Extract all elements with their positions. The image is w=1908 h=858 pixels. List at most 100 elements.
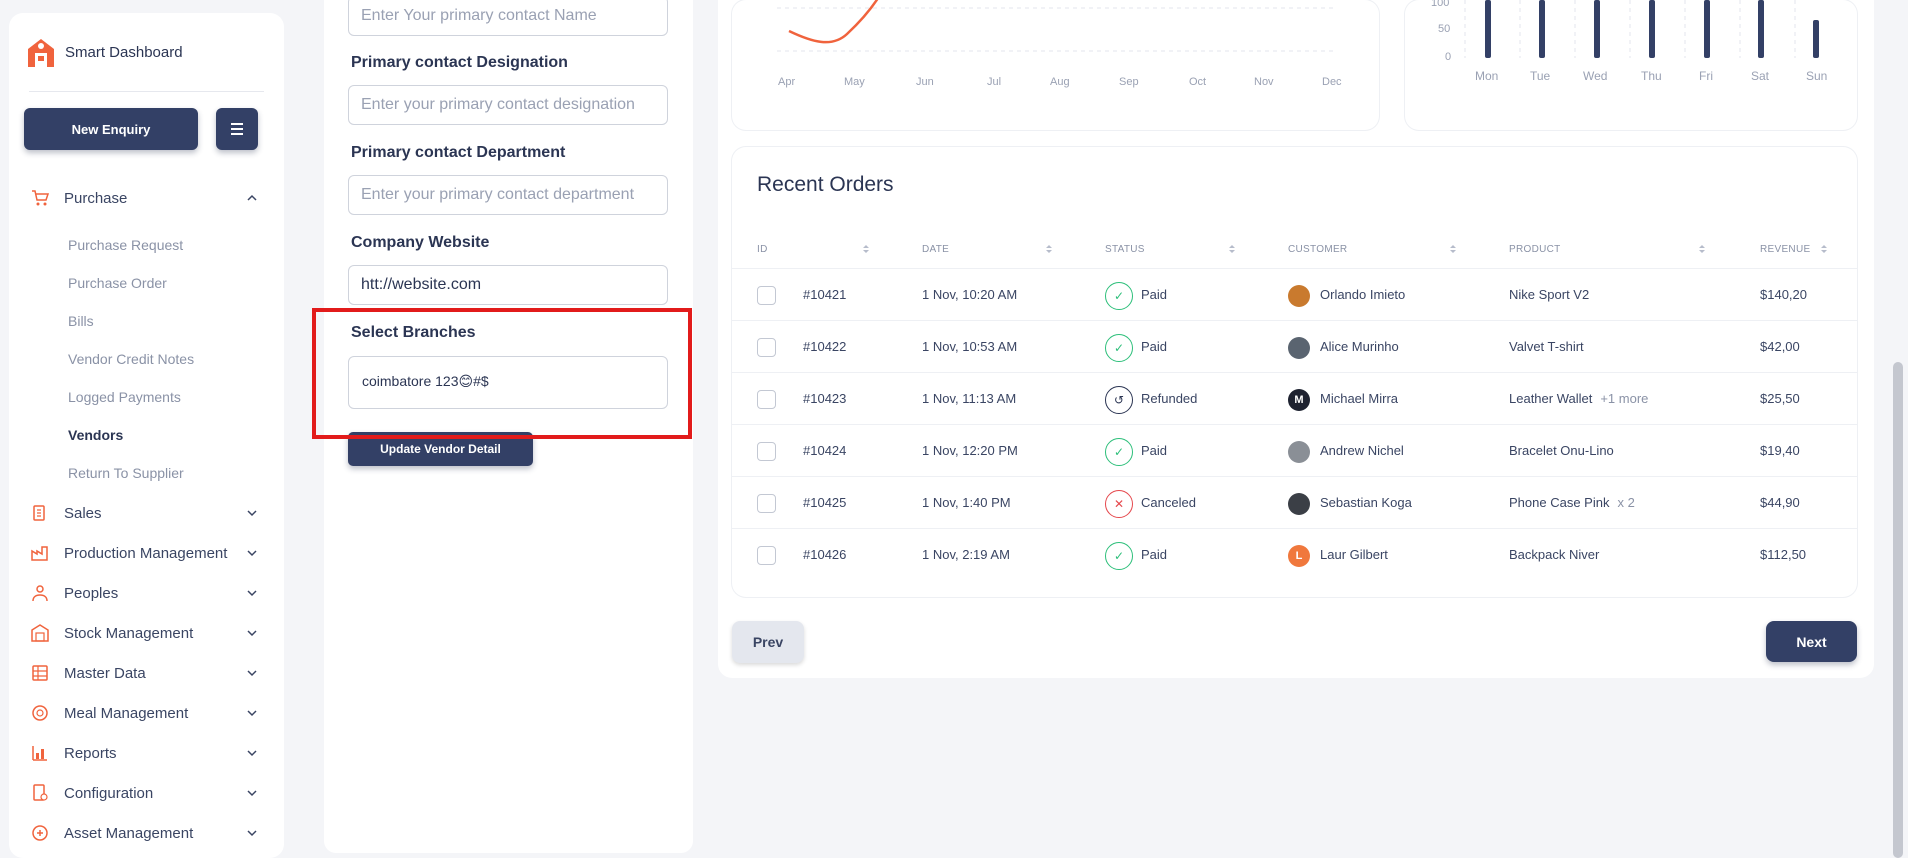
product-label: Nike Sport V2 <box>1509 287 1590 302</box>
x-tick: Dec <box>1322 76 1342 88</box>
bar-chart-card: 100 50 0 Mon Tue Wed Thu Fri Sat Sun <box>1405 0 1857 130</box>
divider <box>29 91 264 92</box>
row-checkbox[interactable] <box>757 286 776 305</box>
customer-name: Michael Mirra <box>1320 391 1399 406</box>
refund-icon: ↺ <box>1105 386 1133 414</box>
sort-icon[interactable] <box>1698 243 1706 255</box>
chevron-up-icon <box>247 194 257 201</box>
x-tick: Jun <box>916 76 934 88</box>
sort-icon[interactable] <box>1449 243 1457 255</box>
product-extra: +1 more <box>1600 391 1649 406</box>
order-status: Paid <box>1141 547 1168 562</box>
sidebar-item-configuration[interactable]: Configuration <box>9 778 284 808</box>
sidebar-subitem-vendors[interactable]: Vendors <box>68 427 123 443</box>
table-row[interactable]: #10423 1 Nov, 11:13 AM ↺ Refunded M Mich… <box>732 372 1857 424</box>
product-name: Nike Sport V2 <box>1509 287 1589 302</box>
column-header-date[interactable]: DATE <box>922 244 949 255</box>
sidebar-item-label: Master Data <box>64 664 146 682</box>
column-header-status[interactable]: STATUS <box>1105 244 1145 255</box>
sort-icon[interactable] <box>1045 243 1053 255</box>
table-row[interactable]: #10422 1 Nov, 10:53 AM ✓ Paid Alice Muri… <box>732 320 1857 372</box>
product-label: Valvet T-shirt <box>1509 339 1584 354</box>
sort-icon[interactable] <box>1820 243 1828 255</box>
customer-name: Andrew Nichel <box>1320 443 1404 458</box>
update-vendor-button[interactable]: Update Vendor Detail <box>348 432 533 466</box>
sidebar-item-peoples[interactable]: Peoples <box>9 578 284 608</box>
check-icon: ✓ <box>1105 334 1133 362</box>
next-button[interactable]: Next <box>1766 621 1857 662</box>
revenue: $42,00 <box>1760 339 1800 354</box>
chevron-down-icon <box>247 710 257 717</box>
sidebar-item-label: Stock Management <box>64 624 194 642</box>
x-tick: May <box>844 76 865 88</box>
sidebar-item-purchase[interactable]: Purchase <box>9 183 284 213</box>
department-input[interactable] <box>348 175 668 215</box>
column-header-revenue[interactable]: REVENUE <box>1760 244 1810 255</box>
brand[interactable]: Smart Dashboard <box>25 35 183 69</box>
sidebar-subitem-purchase-request[interactable]: Purchase Request <box>68 237 183 253</box>
x-tick: Nov <box>1254 76 1274 88</box>
sidebar-item-stock-management[interactable]: Stock Management <box>9 618 284 648</box>
sidebar-subitem-purchase-order[interactable]: Purchase Order <box>68 275 167 291</box>
order-id: #10424 <box>803 443 847 458</box>
product-name: Phone Case Pink x 2 <box>1509 495 1635 510</box>
sidebar-item-meal-management[interactable]: Meal Management <box>9 698 284 728</box>
factory-logo-icon <box>28 39 54 67</box>
column-header-id[interactable]: ID <box>757 244 768 255</box>
chevron-down-icon <box>247 790 257 797</box>
new-enquiry-button[interactable]: New Enquiry <box>24 108 198 150</box>
y-tick: 50 <box>1438 23 1451 35</box>
designation-input[interactable] <box>348 85 668 125</box>
sales-icon <box>33 505 45 521</box>
column-header-product[interactable]: PRODUCT <box>1509 244 1561 255</box>
x-tick: Sun <box>1806 69 1828 83</box>
table-row[interactable]: #10426 1 Nov, 2:19 AM ✓ Paid L Laur Gilb… <box>732 528 1857 580</box>
x-tick: Apr <box>778 76 796 88</box>
order-id: #10423 <box>803 391 847 406</box>
contact-name-input[interactable] <box>348 0 668 36</box>
row-checkbox[interactable] <box>757 442 776 461</box>
table-row[interactable]: #10424 1 Nov, 12:20 PM ✓ Paid Andrew Nic… <box>732 424 1857 476</box>
sidebar-item-master-data[interactable]: Master Data <box>9 658 284 688</box>
branches-select[interactable]: coimbatore 123😊#$ <box>348 356 668 409</box>
website-input[interactable] <box>348 265 668 305</box>
sidebar-subitem-logged-payments[interactable]: Logged Payments <box>68 389 181 405</box>
row-checkbox[interactable] <box>757 390 776 409</box>
row-checkbox[interactable] <box>757 494 776 513</box>
prev-button[interactable]: Prev <box>732 621 804 663</box>
line-series <box>788 0 879 44</box>
sidebar-item-production-management[interactable]: Production Management <box>9 538 284 568</box>
sidebar-subitem-bills[interactable]: Bills <box>68 313 94 329</box>
sidebar-subitem-return-to-supplier[interactable]: Return To Supplier <box>68 465 184 481</box>
people-icon <box>32 585 48 602</box>
bar-sat <box>1758 0 1764 58</box>
sidebar-item-asset-management[interactable]: Asset Management <box>9 818 284 848</box>
order-id: #10422 <box>803 339 847 354</box>
table-row[interactable]: #10425 1 Nov, 1:40 PM ✕ Canceled Sebasti… <box>732 476 1857 528</box>
sort-icon[interactable] <box>862 243 870 255</box>
orders-title: Recent Orders <box>757 173 894 196</box>
chevron-down-icon <box>247 630 257 637</box>
revenue: $25,50 <box>1760 391 1800 406</box>
column-header-customer[interactable]: CUSTOMER <box>1288 244 1347 255</box>
bar-chart <box>1464 0 1819 58</box>
avatar <box>1288 285 1310 307</box>
hamburger-menu-button[interactable] <box>216 108 258 150</box>
product-extra: x 2 <box>1617 495 1635 510</box>
sidebar-subitem-vendor-credit-notes[interactable]: Vendor Credit Notes <box>68 351 194 367</box>
sidebar-item-sales[interactable]: Sales <box>9 498 284 528</box>
page-scrollbar[interactable] <box>1893 362 1903 858</box>
sidebar-item-reports[interactable]: Reports <box>9 738 284 768</box>
product-name: Backpack Niver <box>1509 547 1599 562</box>
row-checkbox[interactable] <box>757 338 776 357</box>
chevron-down-icon <box>247 750 257 757</box>
sort-icon[interactable] <box>1228 243 1236 255</box>
order-date: 1 Nov, 10:53 AM <box>922 339 1018 354</box>
x-tick: Sep <box>1119 76 1139 88</box>
revenue: $44,90 <box>1760 495 1800 510</box>
check-icon: ✓ <box>1105 438 1133 466</box>
revenue: $140,20 <box>1760 287 1807 302</box>
table-row[interactable]: #10421 1 Nov, 10:20 AM ✓ Paid Orlando Im… <box>732 268 1857 320</box>
row-checkbox[interactable] <box>757 546 776 565</box>
x-tick: Tue <box>1530 69 1551 83</box>
